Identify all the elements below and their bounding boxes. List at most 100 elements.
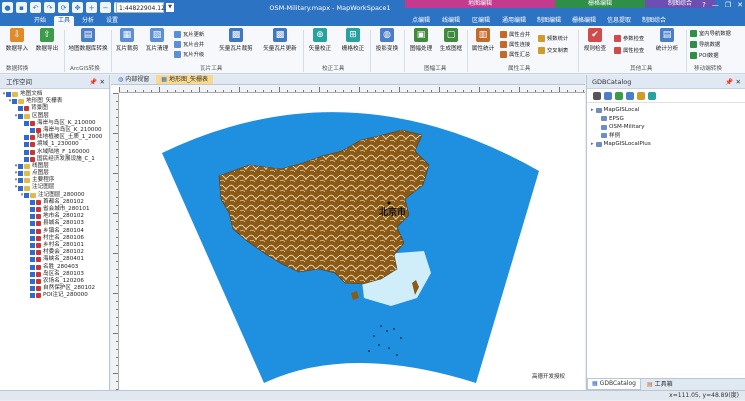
visibility-checkbox[interactable] bbox=[30, 257, 35, 263]
tree-row[interactable]: ▾ 区图层 bbox=[2, 113, 109, 120]
visibility-checkbox[interactable] bbox=[30, 243, 35, 249]
tab-generalization[interactable]: 制图综合 bbox=[638, 16, 670, 26]
visibility-checkbox[interactable] bbox=[30, 271, 35, 277]
tab-internal-view[interactable]: ◍ 内部视窗 bbox=[113, 75, 154, 84]
data-import-button[interactable]: ⇩ 数据导入 bbox=[2, 28, 32, 52]
visibility-checkbox[interactable] bbox=[30, 199, 35, 205]
gdb-tree-row[interactable]: OSM-Military bbox=[591, 123, 741, 132]
tab-raster-edit[interactable]: 栅格编辑 bbox=[568, 16, 600, 26]
visibility-checkbox[interactable] bbox=[30, 250, 35, 256]
visibility-checkbox[interactable] bbox=[30, 286, 35, 292]
back-icon[interactable] bbox=[593, 92, 601, 100]
visibility-checkbox[interactable] bbox=[30, 128, 35, 134]
undo-icon[interactable]: ↶ bbox=[30, 2, 41, 13]
visibility-checkbox[interactable] bbox=[24, 156, 29, 162]
vector-tile-update-button[interactable]: ▩ 矢量瓦片更新 bbox=[262, 28, 298, 52]
visibility-checkbox[interactable] bbox=[24, 149, 29, 155]
visibility-checkbox[interactable] bbox=[30, 278, 35, 284]
tree-row[interactable]: 海峡名_280401 bbox=[2, 256, 109, 263]
param-check-button[interactable]: 参数检查 bbox=[614, 34, 644, 42]
save-icon[interactable]: ▪ bbox=[16, 2, 27, 13]
frame-process-button[interactable]: ▣ 图幅处理 bbox=[406, 28, 436, 52]
tree-row[interactable]: ▾ 注记图层 bbox=[2, 184, 109, 191]
visibility-checkbox[interactable] bbox=[12, 99, 17, 105]
zoom-in-icon[interactable]: + bbox=[86, 2, 97, 13]
arcgis-batch-button[interactable]: ▤ 地图数据库转换 bbox=[68, 28, 108, 52]
attr-summary-button[interactable]: 属性汇总 bbox=[500, 50, 530, 58]
tree-row[interactable]: ▾ 注记图层_280000 bbox=[2, 192, 109, 199]
tree-row[interactable]: 农场名_120206 bbox=[2, 278, 109, 285]
tree-row[interactable]: 水域陆地_F_160000 bbox=[2, 149, 109, 156]
visibility-checkbox[interactable] bbox=[18, 185, 23, 191]
chevron-down-icon[interactable]: ▼ bbox=[166, 3, 174, 12]
visibility-checkbox[interactable] bbox=[18, 106, 23, 112]
expand-icon[interactable]: ▸ bbox=[591, 140, 594, 149]
attr-check-button[interactable]: 属性检查 bbox=[614, 46, 644, 54]
map-canvas[interactable]: 北京市 高德开发授权 bbox=[119, 93, 585, 390]
visibility-checkbox[interactable] bbox=[30, 214, 35, 220]
pan-icon[interactable]: ✥ bbox=[72, 2, 83, 13]
tree-row[interactable]: 背景图 bbox=[2, 105, 109, 112]
tree-row[interactable]: POI注记_280000 bbox=[2, 292, 109, 299]
database-icon[interactable] bbox=[604, 92, 612, 100]
tree-row[interactable]: ▾ 主要程序 bbox=[2, 177, 109, 184]
gdb-tree-row[interactable]: 样例 bbox=[591, 132, 741, 141]
visibility-checkbox[interactable] bbox=[24, 135, 29, 141]
tab-info-extract[interactable]: 信息提取 bbox=[603, 16, 635, 26]
tree-row[interactable]: 县城名_280103 bbox=[2, 220, 109, 227]
tab-line-edit[interactable]: 线编辑 bbox=[438, 16, 464, 26]
tile-merge-button[interactable]: 瓦片合并 bbox=[174, 40, 204, 48]
tree-row[interactable]: 村庄名_280106 bbox=[2, 235, 109, 242]
attr-stats-button[interactable]: ▥ 属性统计 bbox=[468, 28, 498, 52]
tab-settings[interactable]: 设置 bbox=[102, 16, 122, 26]
tab-tools[interactable]: 工具 bbox=[54, 16, 75, 26]
tile-crop-button[interactable]: ▦ 瓦片裁剪 bbox=[112, 28, 142, 52]
tree-row[interactable]: 首都名_280102 bbox=[2, 199, 109, 206]
tile-update-button[interactable]: 瓦片更新 bbox=[174, 30, 204, 38]
projection-button[interactable]: ◍ 投影变换 bbox=[372, 28, 402, 52]
maximize-button[interactable]: ❐ bbox=[725, 1, 731, 9]
help-icon[interactable]: ? bbox=[702, 1, 706, 9]
indoor-nav-button[interactable]: 室内导航数据 bbox=[690, 29, 731, 37]
gdb-tree-row[interactable]: EPSG bbox=[591, 115, 741, 124]
pin-close-icon[interactable]: 📌 ✕ bbox=[89, 75, 105, 88]
tab-analysis[interactable]: 分析 bbox=[78, 16, 98, 26]
tab-area-edit[interactable]: 区编辑 bbox=[468, 16, 494, 26]
refresh-icon[interactable] bbox=[615, 92, 623, 100]
cross-table-button[interactable]: 交叉制表 bbox=[538, 46, 568, 54]
tree-row[interactable]: 名胜_280403 bbox=[2, 264, 109, 271]
zoom-out-icon[interactable]: − bbox=[100, 2, 111, 13]
refresh-icon[interactable]: ⟳ bbox=[58, 2, 69, 13]
gdb-tree-row[interactable]: ▸ MapGISLocalPlus bbox=[591, 140, 741, 149]
gdb-tree-row[interactable]: ▸ MapGISLocal bbox=[591, 106, 741, 115]
visibility-checkbox[interactable] bbox=[30, 228, 35, 234]
nav-data-button[interactable]: 导航数据 bbox=[690, 40, 720, 48]
globe-icon[interactable] bbox=[648, 92, 656, 100]
connect-icon[interactable] bbox=[626, 92, 634, 100]
tree-row[interactable]: 乡镇名_280104 bbox=[2, 228, 109, 235]
tree-row[interactable]: ▾ 点图层 bbox=[2, 170, 109, 177]
visibility-checkbox[interactable] bbox=[24, 120, 29, 126]
map-view[interactable]: 北京市 高德开发授权 bbox=[111, 85, 585, 390]
minimize-button[interactable]: — bbox=[712, 1, 719, 9]
tab-toolbox[interactable]: ▤ 工具箱 bbox=[643, 379, 677, 390]
data-export-button[interactable]: ⇧ 数据导出 bbox=[32, 28, 62, 52]
vector-correct-button[interactable]: ⊕ 矢量校正 bbox=[305, 28, 335, 52]
vector-tile-crop-button[interactable]: ▩ 矢量瓦片裁剪 bbox=[218, 28, 254, 52]
visibility-checkbox[interactable] bbox=[30, 207, 35, 213]
visibility-checkbox[interactable] bbox=[24, 142, 29, 148]
attr-connect-button[interactable]: 属性连接 bbox=[500, 40, 530, 48]
make-frame-button[interactable]: ▢ 生成图框 bbox=[436, 28, 466, 52]
tab-start[interactable]: 开始 bbox=[30, 16, 50, 26]
search-icon[interactable] bbox=[637, 92, 645, 100]
visibility-checkbox[interactable] bbox=[24, 192, 29, 198]
scale-select[interactable]: 1:44822904.12... bbox=[116, 2, 171, 13]
attr-merge-button[interactable]: 属性合并 bbox=[500, 30, 530, 38]
tree-row[interactable]: 岛区名_280103 bbox=[2, 271, 109, 278]
poi-data-button[interactable]: POI数据 bbox=[690, 51, 719, 59]
app-menu-icon[interactable]: ● bbox=[2, 2, 13, 13]
tab-common-edit[interactable]: 通用编辑 bbox=[498, 16, 530, 26]
tree-row[interactable]: 国民经济发展设施_C_1 bbox=[2, 156, 109, 163]
topo-check-button[interactable]: ✔ 规则检查 bbox=[580, 28, 610, 52]
visibility-checkbox[interactable] bbox=[18, 178, 23, 184]
